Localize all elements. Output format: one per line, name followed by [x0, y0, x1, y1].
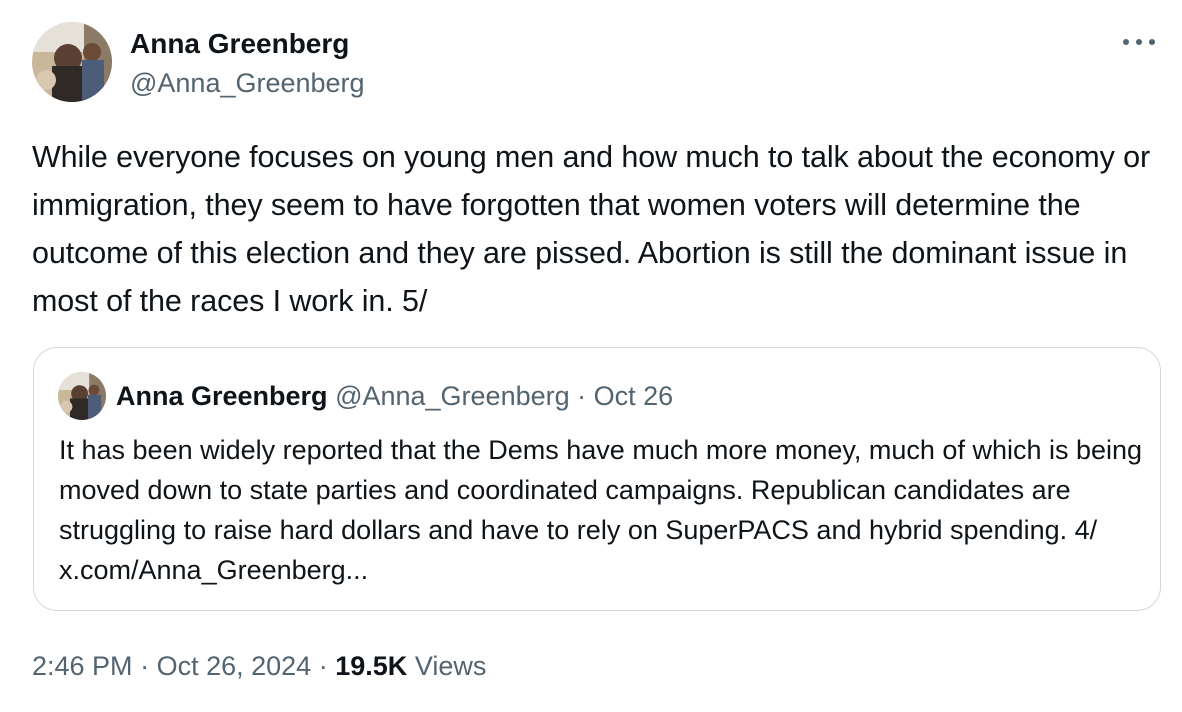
- author-name[interactable]: Anna Greenberg: [130, 27, 349, 61]
- author-avatar[interactable]: [32, 22, 112, 102]
- quoted-tweet-card[interactable]: Anna Greenberg @Anna_Greenberg · Oct 26 …: [33, 347, 1161, 611]
- quoted-author-name: Anna Greenberg: [116, 381, 328, 411]
- more-horizontal-icon: [1123, 39, 1155, 45]
- tweet-time[interactable]: 2:46 PM: [32, 651, 133, 681]
- separator-dot: ·: [140, 651, 150, 681]
- quoted-tweet-date: Oct 26: [593, 381, 674, 411]
- tweet-metadata: 2:46 PM · Oct 26, 2024 · 19.5K Views: [32, 646, 486, 686]
- quoted-author-avatar: [58, 372, 106, 420]
- tweet-date[interactable]: Oct 26, 2024: [157, 651, 312, 681]
- tweet-text: While everyone focuses on young men and …: [32, 140, 1151, 318]
- author-handle[interactable]: @Anna_Greenberg: [130, 66, 365, 100]
- separator-dot: ·: [318, 651, 328, 681]
- separator-dot: ·: [577, 381, 587, 411]
- quoted-author-handle: @Anna_Greenberg: [335, 381, 570, 411]
- more-options-button[interactable]: [1118, 26, 1160, 58]
- views-count: 19.5K: [335, 651, 408, 681]
- quoted-tweet-header: Anna Greenberg @Anna_Greenberg · Oct 26: [116, 378, 673, 414]
- avatar-photo-icon: [32, 22, 112, 102]
- quoted-tweet-text: It has been widely reported that the Dem…: [59, 435, 1143, 585]
- views-label: Views: [414, 651, 487, 681]
- avatar-photo-icon: [58, 372, 106, 420]
